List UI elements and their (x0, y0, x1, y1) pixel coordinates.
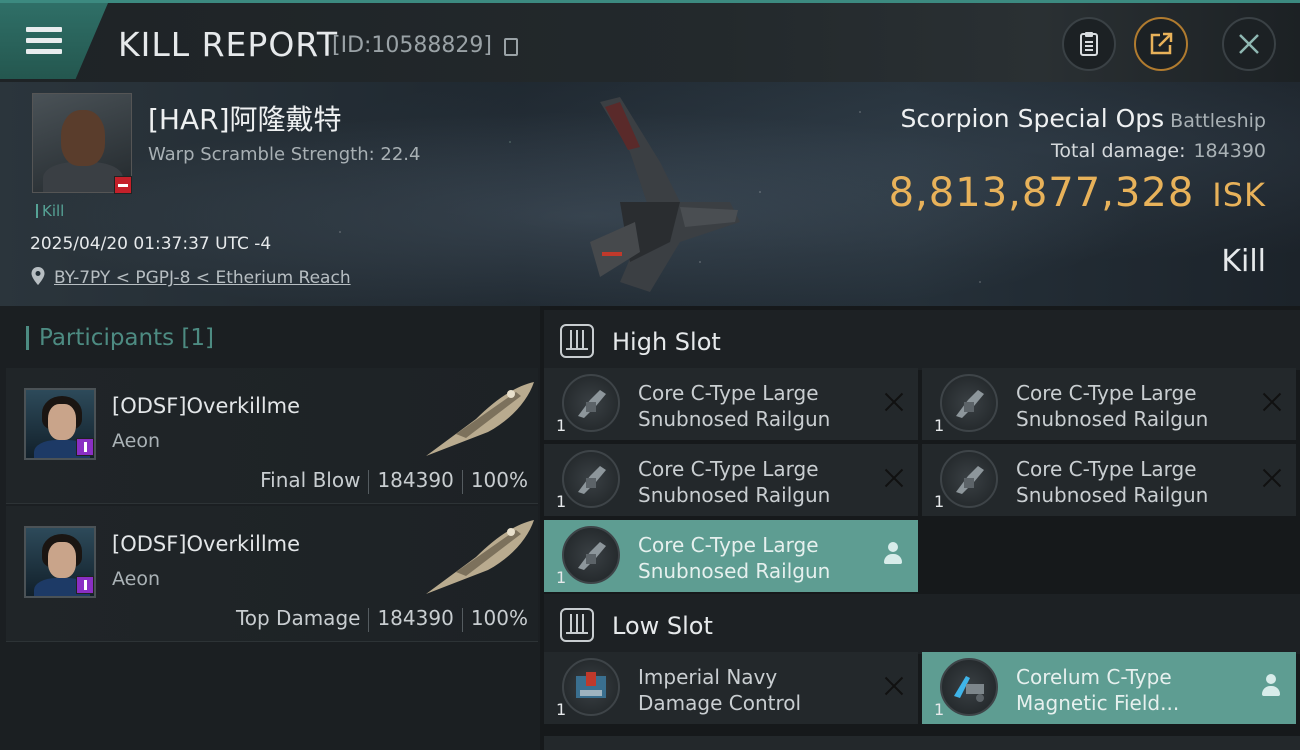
close-icon (1239, 34, 1259, 54)
close-button[interactable] (1222, 17, 1276, 71)
railgun-icon (562, 450, 620, 508)
page-title: KILL REPORT (118, 25, 338, 64)
destroyed-x-icon (884, 676, 904, 696)
item-quantity: 1 (556, 492, 567, 511)
item-quantity: 1 (556, 700, 567, 719)
participants-panel: Participants [1] [ODSF]Overkillme Aeon F… (0, 306, 540, 750)
slot-icon (560, 324, 594, 358)
victim-name[interactable]: [HAR]阿隆戴特 (148, 98, 342, 138)
participant-ship: Aeon (112, 430, 161, 452)
fitting-panel: High Slot 1 Core C-Type Large Snubnosed R… (540, 306, 1300, 750)
participant-ship-icon (426, 520, 534, 594)
dropped-person-icon (1260, 674, 1282, 698)
module-item[interactable]: 1 Core C-Type Large Snubnosed Railgun (544, 444, 918, 516)
module-item[interactable]: 1 Core C-Type Large Snubnosed Railgun (544, 520, 918, 592)
ship-name: Scorpion Special Ops Battleship (900, 104, 1266, 133)
share-icon (1150, 32, 1173, 55)
destroyed-x-icon (1262, 392, 1282, 412)
ship-render-image (590, 97, 740, 292)
railgun-icon (562, 526, 620, 584)
item-name: Core C-Type Large Snubnosed Railgun (1016, 457, 1209, 507)
kill-tag: Kill (36, 204, 64, 219)
module-item[interactable]: 1 Core C-Type Large Snubnosed Railgun (922, 444, 1296, 516)
dropped-person-icon (882, 542, 904, 566)
module-item[interactable]: 1 Corelum C-Type Magnetic Field... (922, 652, 1296, 724)
ship-class: Battleship (1170, 110, 1266, 132)
total-damage: Total damage: 184390 (1051, 140, 1266, 162)
item-quantity: 1 (934, 700, 945, 719)
high-slot-header: High Slot (544, 310, 1300, 370)
item-name: Corelum C-Type Magnetic Field... (1016, 665, 1180, 715)
copy-icon[interactable] (504, 38, 518, 56)
module-item[interactable]: 1 Core C-Type Large Snubnosed Railgun (922, 368, 1296, 440)
magnetic-field-icon (940, 658, 998, 716)
clipboard-button[interactable] (1062, 17, 1116, 71)
module-item-partial[interactable] (544, 736, 1300, 750)
clipboard-icon (1080, 32, 1098, 56)
participant-name[interactable]: [ODSF]Overkillme (112, 394, 300, 418)
header-bar: KILL REPORT [ID:10588829] (0, 0, 1300, 82)
destroyed-x-icon (884, 468, 904, 488)
item-quantity: 1 (934, 416, 945, 435)
module-item[interactable]: 1 Core C-Type Large Snubnosed Railgun (544, 368, 918, 440)
item-quantity: 1 (556, 568, 567, 587)
destroyed-x-icon (884, 392, 904, 412)
isk-value: 8,813,877,328 ISK (888, 170, 1266, 216)
item-name: Core C-Type Large Snubnosed Railgun (638, 533, 831, 583)
result-label: Kill (1221, 244, 1266, 279)
item-quantity: 1 (934, 492, 945, 511)
participant-stats: Top Damage 184390 100% (235, 606, 528, 632)
low-slot-header: Low Slot (544, 594, 1300, 654)
hostile-badge-icon (114, 176, 132, 194)
report-id: [ID:10588829] (332, 33, 492, 58)
participant-ship: Aeon (112, 568, 161, 590)
participant-stats: Final Blow 184390 100% (260, 468, 528, 494)
participants-header: Participants [1] (26, 326, 214, 350)
item-name: Imperial Navy Damage Control (638, 665, 802, 715)
share-button[interactable] (1134, 17, 1188, 71)
railgun-icon (940, 450, 998, 508)
kill-location-link[interactable]: BY-7PY < PGPJ-8 < Etherium Reach (54, 268, 351, 288)
menu-button[interactable] (0, 3, 108, 79)
railgun-icon (562, 374, 620, 432)
damage-control-icon (562, 658, 620, 716)
destroyed-x-icon (1262, 468, 1282, 488)
corp-badge-icon (76, 576, 94, 594)
corp-badge-icon (76, 438, 94, 456)
item-name: Core C-Type Large Snubnosed Railgun (638, 457, 831, 507)
warp-scramble-strength: Warp Scramble Strength: 22.4 (148, 144, 421, 165)
railgun-icon (940, 374, 998, 432)
participant-row[interactable]: [ODSF]Overkillme Aeon Top Damage 184390 10… (6, 506, 538, 642)
high-slot-title: High Slot (612, 328, 721, 356)
menu-icon (26, 27, 62, 55)
location-pin-icon (31, 267, 45, 285)
module-item[interactable]: 1 Imperial Navy Damage Control (544, 652, 918, 724)
item-name: Core C-Type Large Snubnosed Railgun (638, 381, 831, 431)
slot-icon (560, 608, 594, 642)
item-name: Core C-Type Large Snubnosed Railgun (1016, 381, 1209, 431)
participant-row[interactable]: [ODSF]Overkillme Aeon Final Blow 184390 10… (6, 368, 538, 504)
participant-name[interactable]: [ODSF]Overkillme (112, 532, 300, 556)
kill-banner: [HAR]阿隆戴特 Warp Scramble Strength: 22.4 K… (0, 82, 1300, 306)
low-slot-title: Low Slot (612, 612, 713, 640)
item-quantity: 1 (556, 416, 567, 435)
kill-datetime: 2025/04/20 01:37:37 UTC -4 (30, 234, 272, 254)
participant-ship-icon (426, 382, 534, 456)
